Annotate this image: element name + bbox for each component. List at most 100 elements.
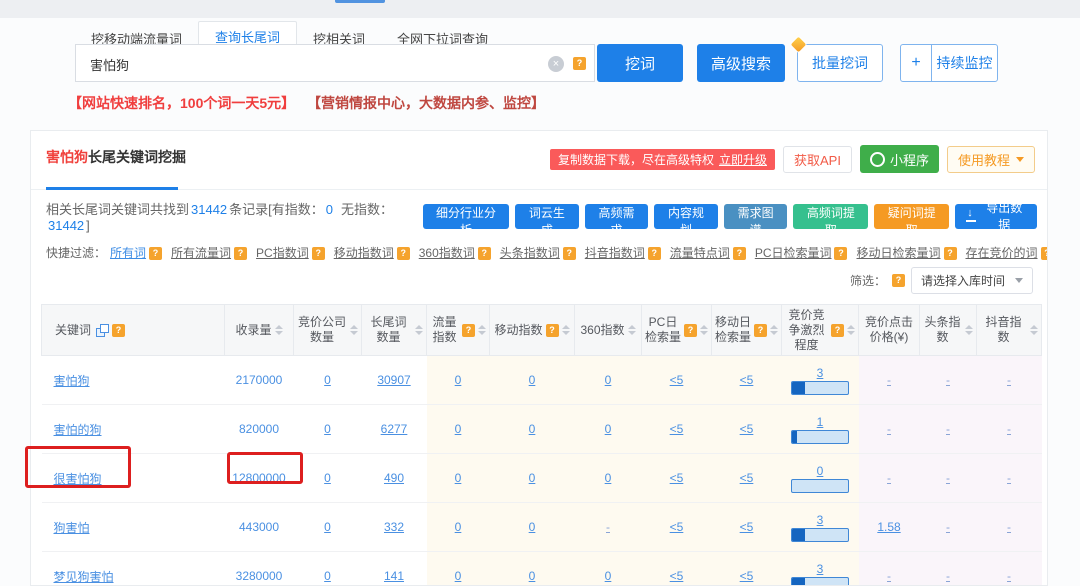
filter-link[interactable]: 360指数词 (419, 246, 475, 260)
upgrade-banner[interactable]: 复制数据下载，尽在高级特权 立即升级 (550, 149, 775, 170)
sort-icon[interactable] (275, 325, 283, 335)
sort-icon[interactable] (562, 325, 570, 335)
mobile_index-link[interactable]: 0 (529, 569, 536, 583)
cpc-link[interactable]: - (887, 422, 891, 436)
douyin_index-link[interactable]: - (1007, 520, 1011, 534)
help-icon[interactable]: ? (563, 247, 576, 260)
douyin_index-link[interactable]: - (1007, 373, 1011, 387)
copy-icon[interactable] (96, 324, 109, 337)
douyin_index-link[interactable]: - (1007, 569, 1011, 583)
toutiao_index-link[interactable]: - (946, 569, 950, 583)
index_360-link[interactable]: 0 (605, 569, 612, 583)
sort-icon[interactable] (415, 325, 423, 335)
help-icon[interactable]: ? (397, 247, 410, 260)
get-api-button[interactable]: 获取API (783, 146, 852, 173)
filter-link[interactable]: 存在竞价的词 (966, 246, 1038, 260)
cpc-link[interactable]: - (887, 569, 891, 583)
cpc-link[interactable]: - (887, 373, 891, 387)
longtail_count-link[interactable]: 141 (384, 569, 404, 583)
sort-icon[interactable] (478, 325, 486, 335)
sort-icon[interactable] (770, 325, 778, 335)
help-icon[interactable]: ? (733, 247, 746, 260)
sort-icon[interactable] (350, 325, 358, 335)
longtail_count-link[interactable]: 30907 (377, 373, 410, 387)
longtail_count-link[interactable]: 332 (384, 520, 404, 534)
pc_daily-link[interactable]: <5 (670, 569, 684, 583)
traffic_index-link[interactable]: 0 (455, 471, 462, 485)
action-button[interactable]: 内容规划 (654, 204, 718, 229)
competition-value-link[interactable]: 0 (817, 464, 824, 478)
mobile_daily-link[interactable]: <5 (740, 422, 754, 436)
index_360-link[interactable]: - (606, 520, 610, 534)
help-icon[interactable]: ? (478, 247, 491, 260)
competition-value-link[interactable]: 3 (817, 513, 824, 527)
toutiao_index-link[interactable]: - (946, 471, 950, 485)
bid_companies-link[interactable]: 0 (324, 520, 331, 534)
mobile_index-link[interactable]: 0 (529, 520, 536, 534)
sort-icon[interactable] (1030, 325, 1038, 335)
mobile_daily-link[interactable]: <5 (740, 520, 754, 534)
dig-words-button[interactable]: 挖词 (597, 44, 683, 82)
filter-link[interactable]: 移动日检索量词 (856, 246, 940, 260)
batch-dig-button[interactable]: 批量挖词 (797, 44, 883, 82)
filter-link[interactable]: 头条指数词 (500, 246, 560, 260)
toutiao_index-link[interactable]: - (946, 520, 950, 534)
pc_daily-link[interactable]: <5 (670, 471, 684, 485)
clear-icon[interactable]: × (548, 56, 564, 72)
action-button[interactable]: 词云生成 (515, 204, 579, 229)
mobile_daily-link[interactable]: <5 (740, 373, 754, 387)
help-icon[interactable]: ? (834, 247, 847, 260)
competition-value-link[interactable]: 1 (817, 415, 824, 429)
keyword-link[interactable]: 害怕狗 (54, 374, 90, 388)
douyin_index-link[interactable]: - (1007, 422, 1011, 436)
bid_companies-link[interactable]: 0 (324, 471, 331, 485)
cpc-link[interactable]: 1.58 (877, 520, 900, 534)
filter-link[interactable]: PC日检索量词 (755, 246, 832, 260)
keyword-link[interactable]: 很害怕狗 (54, 472, 102, 486)
help-icon[interactable]: ? (684, 324, 697, 337)
storage-time-select[interactable]: 请选择入库时间 (911, 267, 1033, 294)
index_360-link[interactable]: 0 (605, 422, 612, 436)
keyword-link[interactable]: 狗害怕 (54, 521, 90, 535)
help-icon[interactable]: ? (573, 57, 586, 70)
search-input[interactable] (88, 46, 532, 82)
mobile_daily-link[interactable]: <5 (740, 471, 754, 485)
sort-icon[interactable] (628, 325, 636, 335)
help-icon[interactable]: ? (1041, 247, 1048, 260)
filter-link[interactable]: 所有词 (110, 246, 146, 260)
mobile_index-link[interactable]: 0 (529, 373, 536, 387)
pc_daily-link[interactable]: <5 (670, 520, 684, 534)
action-button[interactable]: 疑问词提取 (874, 204, 949, 229)
mobile_index-link[interactable]: 0 (529, 422, 536, 436)
longtail_count-link[interactable]: 490 (384, 471, 404, 485)
tutorial-button[interactable]: 使用教程 (947, 146, 1035, 173)
filter-link[interactable]: 移动指数词 (334, 246, 394, 260)
mobile_daily-link[interactable]: <5 (740, 569, 754, 583)
filter-link[interactable]: 所有流量词 (171, 246, 231, 260)
advanced-search-button[interactable]: 高级搜索 (697, 44, 785, 82)
monitor-split-button[interactable]: + 持续监控 (900, 44, 998, 82)
help-icon[interactable]: ? (234, 247, 247, 260)
index_360-link[interactable]: 0 (605, 471, 612, 485)
bid_companies-link[interactable]: 0 (324, 373, 331, 387)
help-icon[interactable]: ? (546, 324, 559, 337)
sort-icon[interactable] (847, 325, 855, 335)
toutiao_index-link[interactable]: - (946, 373, 950, 387)
help-icon[interactable]: ? (462, 324, 475, 337)
action-button[interactable]: 细分行业分析 (423, 204, 509, 229)
traffic_index-link[interactable]: 0 (455, 520, 462, 534)
filter-link[interactable]: 抖音指数词 (585, 246, 645, 260)
bid_companies-link[interactable]: 0 (324, 569, 331, 583)
filter-link[interactable]: 流量特点词 (670, 246, 730, 260)
traffic_index-link[interactable]: 0 (455, 569, 462, 583)
pc_daily-link[interactable]: <5 (670, 422, 684, 436)
filter-link[interactable]: PC指数词 (256, 246, 309, 260)
competition-value-link[interactable]: 3 (817, 562, 824, 576)
promo-link-fast-ranking[interactable]: 【网站快速排名，100个词一天5元】 (68, 95, 295, 111)
action-button[interactable]: 高频需求 (585, 204, 649, 229)
action-button[interactable]: 高频词提取 (793, 204, 868, 229)
competition-value-link[interactable]: 3 (817, 366, 824, 380)
mobile_index-link[interactable]: 0 (529, 471, 536, 485)
traffic_index-link[interactable]: 0 (455, 422, 462, 436)
douyin_index-link[interactable]: - (1007, 471, 1011, 485)
